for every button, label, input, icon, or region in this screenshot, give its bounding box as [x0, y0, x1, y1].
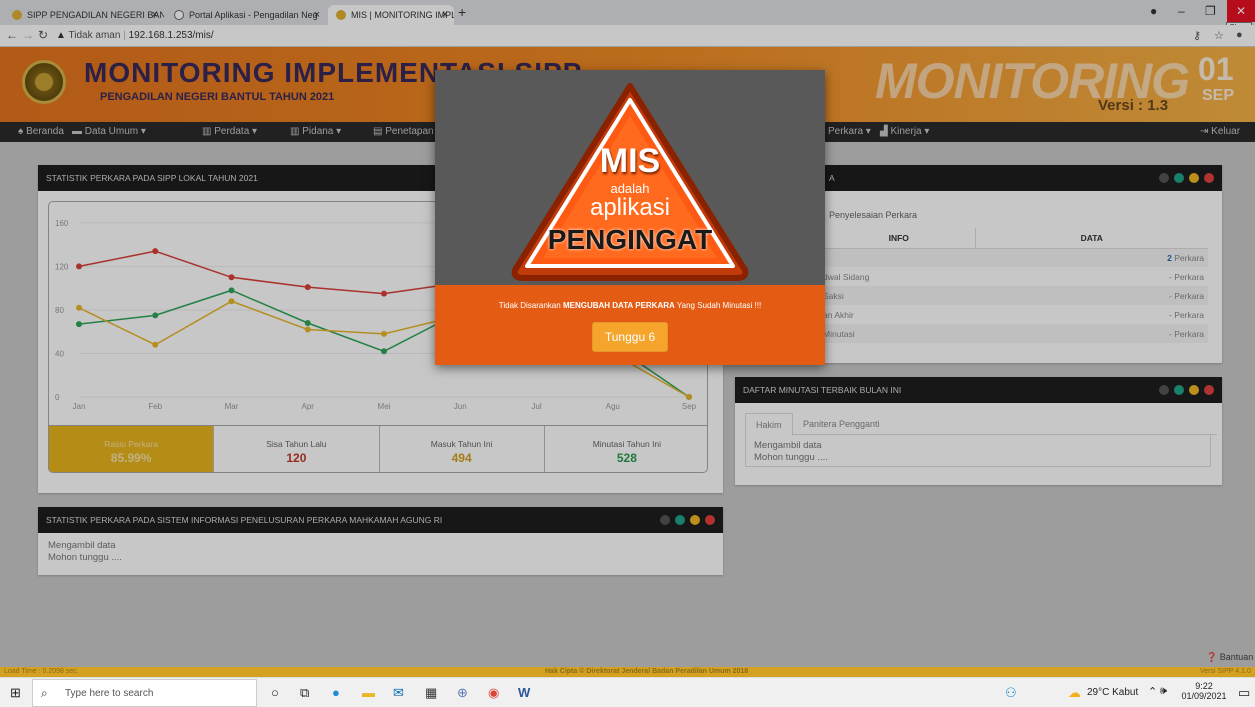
modal-footer: Tidak Disarankan MENGUBAH DATA PERKARA Y…: [435, 285, 825, 365]
windows-taskbar: ⊞ ⌕ Type here to search ○ ⧉ ● ▬ ✉ ▦ ⊕ ◉ …: [0, 677, 1255, 707]
volume-icon[interactable]: 🕪: [1160, 685, 1167, 698]
badge-title: MIS: [599, 142, 661, 180]
windows-start-icon[interactable]: ⊞: [10, 685, 21, 701]
footer: Load Time : 0.2098 sec. Hak Cipta © Dire…: [0, 667, 1255, 677]
search-icon: ⌕: [41, 686, 48, 700]
clock[interactable]: 9:22 01/09/2021: [1180, 681, 1228, 701]
reminder-modal: MIS adalah aplikasi PENGINGAT Tidak Disa…: [435, 70, 825, 365]
notification-icon[interactable]: ▭: [1238, 685, 1250, 701]
modal-warning-text: Tidak Disarankan MENGUBAH DATA PERKARA Y…: [498, 301, 762, 310]
badge-line-4: PENGINGAT: [547, 224, 713, 255]
word-icon[interactable]: W: [518, 685, 530, 700]
cortana-icon[interactable]: ○: [271, 685, 279, 700]
weather-icon: ☁: [1068, 685, 1081, 700]
store-icon[interactable]: ▦: [425, 685, 437, 701]
task-view-icon[interactable]: ⧉: [300, 685, 309, 701]
wait-button[interactable]: Tunggu 6: [591, 322, 669, 352]
tray-chevron-icon[interactable]: ⌃: [1148, 685, 1157, 698]
tray-app-icon[interactable]: ⚇: [1005, 685, 1017, 701]
mail-icon[interactable]: ✉: [393, 685, 404, 701]
chrome-icon[interactable]: ◉: [488, 685, 499, 701]
weather-text[interactable]: 29°C Kabut: [1087, 687, 1138, 698]
file-explorer-icon[interactable]: ▬: [362, 685, 375, 700]
taskbar-search[interactable]: ⌕ Type here to search: [32, 679, 257, 707]
edge-icon[interactable]: ●: [332, 685, 340, 700]
badge-line-3: aplikasi: [589, 194, 671, 221]
network-app-icon[interactable]: ⊕: [457, 685, 468, 701]
